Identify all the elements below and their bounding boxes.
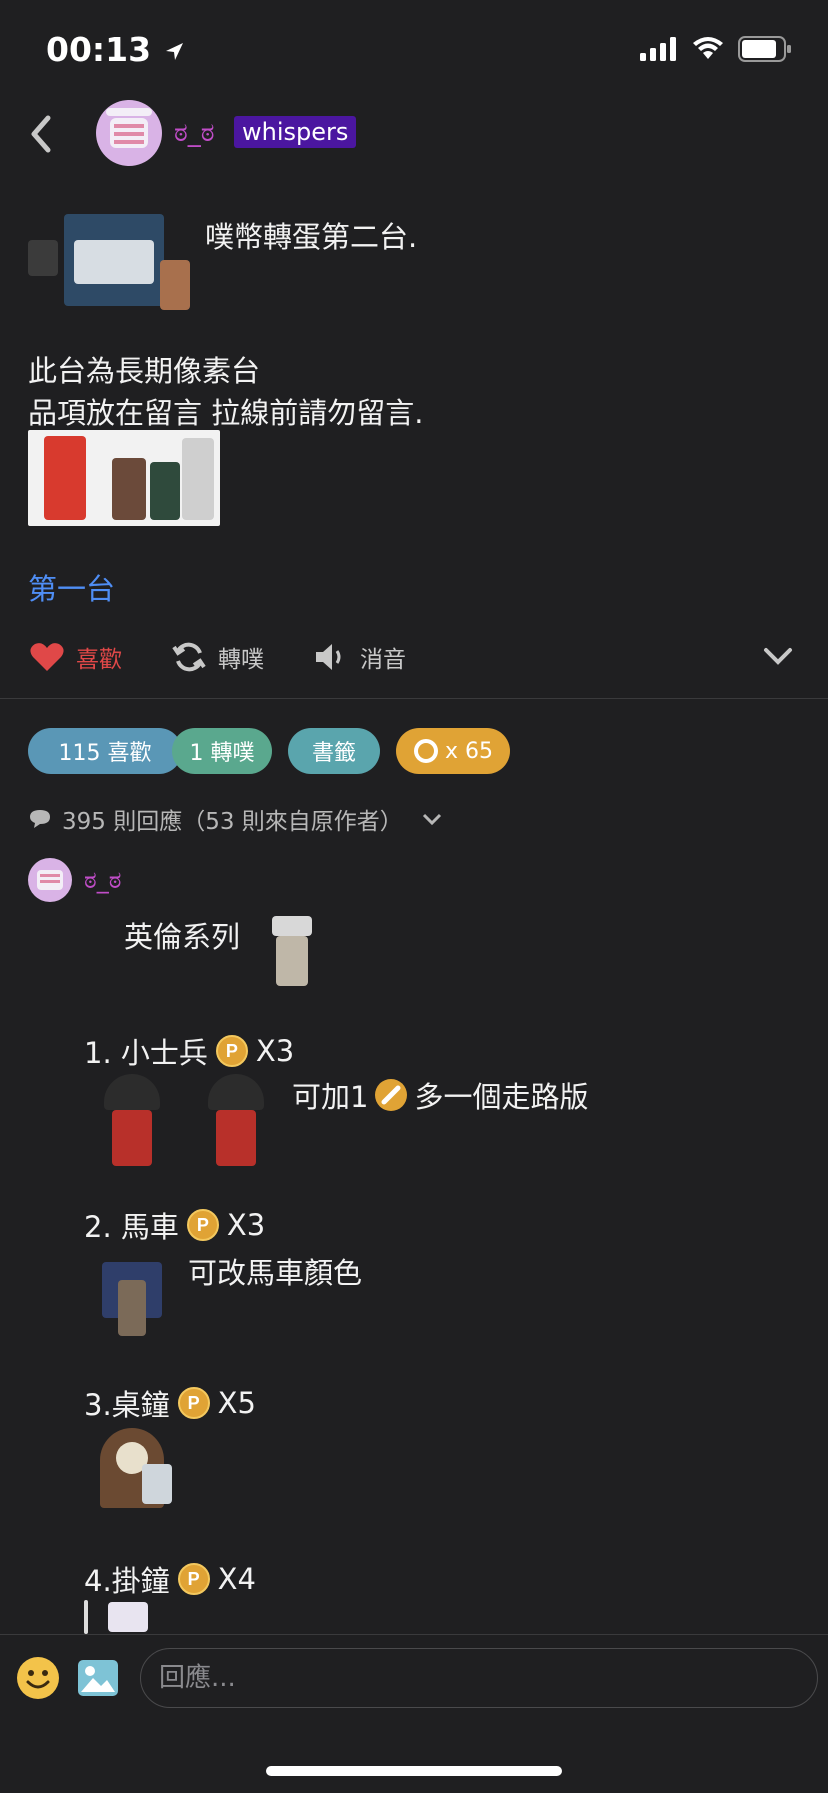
item2-title: 2. 馬車: [84, 1210, 179, 1244]
item1-row: 1. 小士兵 X3: [84, 1030, 294, 1072]
item1-sticker-a: [100, 1074, 164, 1170]
mute-button[interactable]: 消音: [314, 640, 406, 674]
more-dropdown[interactable]: [762, 646, 794, 666]
status-icons: [640, 36, 792, 62]
home-indicator: [266, 1766, 562, 1776]
status-time: 00:13: [46, 30, 185, 69]
signal-icon: [640, 37, 676, 61]
item2-qty: X3: [226, 1208, 266, 1242]
item1-title: 1. 小士兵: [84, 1036, 208, 1070]
chevron-left-icon: [31, 115, 51, 153]
refresh-icon: [172, 642, 206, 672]
wifi-icon: [693, 37, 723, 59]
post-sticker-phonebox: [28, 430, 220, 526]
item3-qty: X5: [217, 1386, 256, 1420]
avatar-face-icon: [106, 108, 152, 148]
item2-sticker: [96, 1250, 168, 1344]
item2-note: 可改馬車顏色: [188, 1256, 363, 1290]
series-title: 英倫系列: [124, 920, 241, 954]
first-machine-link[interactable]: 第一台: [28, 566, 115, 608]
speech-bubble-icon: [30, 810, 50, 828]
p-coin-icon: [177, 1563, 210, 1595]
author-avatar[interactable]: [96, 100, 162, 166]
commenter-name[interactable]: ಠ_ಠ: [84, 866, 121, 894]
post-actions: 喜歡 轉噗 消音: [0, 640, 828, 684]
replurks-pill[interactable]: 1 轉噗: [172, 728, 272, 774]
item1-sticker-b: [204, 1074, 268, 1170]
p-coin-icon: [215, 1035, 248, 1067]
item1-qty: X3: [255, 1034, 295, 1068]
author-name[interactable]: ಠ_ಠ: [174, 118, 215, 149]
item3-sticker: [90, 1428, 174, 1516]
smiley-icon: [17, 1657, 59, 1699]
series-sticker: [262, 914, 328, 994]
heart-icon: [30, 643, 64, 671]
back-button[interactable]: [26, 112, 58, 160]
p-coin-icon: [186, 1209, 219, 1241]
bookmark-pill[interactable]: 書籤: [288, 728, 380, 774]
bone-coin-icon: [375, 1079, 408, 1111]
avatar-face-icon: [37, 870, 63, 890]
p-coin-icon: [177, 1387, 210, 1419]
like-button[interactable]: 喜歡: [30, 640, 122, 674]
item1-note: 可加1 多一個走路版: [292, 1079, 589, 1114]
replies-toggle[interactable]: 395 則回應（53 則來自原作者）: [28, 802, 443, 836]
post-text-line3: 品項放在留言 拉線前請勿留言.: [28, 396, 424, 430]
post-text-line2: 此台為長期像素台: [28, 354, 261, 388]
speaker-icon: [316, 644, 341, 670]
item4-title: 4.掛鐘: [84, 1564, 170, 1598]
image-icon: [78, 1660, 118, 1696]
battery-icon: [738, 36, 791, 62]
image-button[interactable]: [76, 1656, 120, 1704]
replurk-button[interactable]: 轉噗: [172, 640, 264, 674]
chevron-down-icon: [422, 813, 441, 826]
emoji-button[interactable]: [16, 1656, 60, 1704]
location-arrow-icon: [165, 43, 183, 60]
item3-row: 3.桌鐘 X5: [84, 1382, 256, 1424]
item3-title: 3.桌鐘: [84, 1388, 170, 1422]
commenter-avatar[interactable]: [28, 858, 72, 902]
item4-sticker: [84, 1600, 184, 1634]
reply-input[interactable]: [140, 1648, 818, 1708]
post-text-line1: 噗幣轉蛋第二台.: [205, 220, 418, 254]
chevron-down-icon: [764, 648, 792, 665]
likes-pill[interactable]: 115 喜歡: [28, 728, 182, 774]
divider: [0, 698, 828, 699]
post-sticker-shop: [28, 210, 198, 310]
whispers-badge: whispers: [234, 116, 357, 148]
coins-pill[interactable]: x 65: [396, 728, 510, 774]
item2-row: 2. 馬車 X3: [84, 1204, 265, 1246]
item4-row: 4.掛鐘 X4: [84, 1558, 256, 1600]
item4-qty: X4: [217, 1562, 256, 1596]
coin-icon: [413, 739, 438, 763]
